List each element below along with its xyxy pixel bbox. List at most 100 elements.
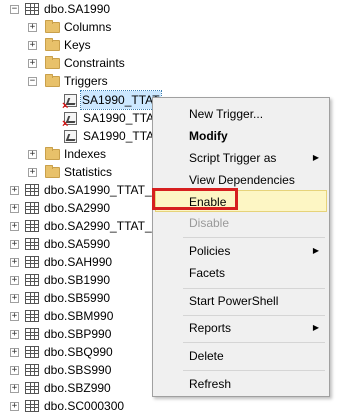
expand-toggle[interactable]: + <box>10 366 19 375</box>
table-icon <box>25 3 39 15</box>
expand-toggle[interactable]: + <box>28 23 37 32</box>
node-label: dbo.SA2990_TTAT_LO <box>44 219 152 233</box>
menu-item-refresh[interactable]: Refresh <box>155 373 327 395</box>
table-icon <box>25 346 39 358</box>
tree-node-table[interactable]: + dbo.SB5990 <box>0 289 152 307</box>
expand-toggle[interactable]: + <box>10 276 19 285</box>
tree-node-table[interactable]: + dbo.SA2990_TTAT_LO <box>0 217 152 235</box>
node-label: dbo.SAH990 <box>44 255 113 269</box>
node-label: dbo.SBQ990 <box>44 345 113 359</box>
tree-node-statistics[interactable]: + Statistics <box>0 163 160 181</box>
collapse-toggle[interactable]: − <box>10 5 19 14</box>
node-label: dbo.SBZ990 <box>44 381 111 395</box>
menu-item-label: Reports <box>189 321 232 335</box>
expand-toggle[interactable]: + <box>10 204 19 213</box>
folder-icon <box>45 147 60 160</box>
tree-node-constraints[interactable]: + Constraints <box>0 54 200 72</box>
menu-item-script-trigger-as[interactable]: Script Trigger as ▶ <box>155 147 327 169</box>
table-icon <box>25 184 39 196</box>
submenu-arrow-icon: ▶ <box>312 153 319 162</box>
disabled-trigger-icon <box>62 94 77 112</box>
folder-icon <box>45 20 60 33</box>
node-label: Keys <box>64 38 91 52</box>
expand-toggle[interactable]: + <box>10 330 19 339</box>
submenu-arrow-icon: ▶ <box>312 323 319 332</box>
expand-toggle[interactable]: + <box>28 41 37 50</box>
collapse-toggle[interactable]: − <box>28 77 37 86</box>
menu-separator <box>183 315 325 316</box>
expand-toggle[interactable]: + <box>10 222 19 231</box>
table-icon <box>25 238 39 250</box>
tree-node-table[interactable]: + dbo.SA5990 <box>0 235 152 253</box>
expand-toggle[interactable]: + <box>10 348 19 357</box>
node-label: SA1990_TTAT <box>80 90 162 110</box>
expand-toggle[interactable]: + <box>10 312 19 321</box>
menu-item-reports[interactable]: Reports ▶ <box>155 317 327 339</box>
menu-item-policies[interactable]: Policies ▶ <box>155 240 327 262</box>
expand-toggle[interactable]: + <box>10 240 19 249</box>
context-menu: New Trigger... Modify Script Trigger as … <box>152 97 330 397</box>
table-icon <box>25 220 39 232</box>
menu-item-start-powershell[interactable]: Start PowerShell <box>155 290 327 312</box>
node-label: Columns <box>64 20 112 34</box>
tree-node-trigger-1[interactable]: SA1990_TTAT <box>0 90 162 112</box>
expand-toggle[interactable]: + <box>28 168 37 177</box>
expand-toggle[interactable]: + <box>10 294 19 303</box>
table-icon <box>25 274 39 286</box>
folder-icon <box>45 74 60 87</box>
tree-node-table[interactable]: + dbo.SAH990 <box>0 253 152 271</box>
menu-item-delete[interactable]: Delete <box>155 345 327 367</box>
menu-separator <box>183 342 325 343</box>
node-label: Constraints <box>64 56 125 70</box>
tree-node-table-sa1990[interactable]: − dbo.SA1990 <box>0 0 200 18</box>
node-label: dbo.SA1990_TTAT_LO <box>44 183 152 197</box>
node-label: dbo.SA1990 <box>44 2 111 16</box>
expand-toggle[interactable]: + <box>28 59 37 68</box>
expand-toggle[interactable]: + <box>10 258 19 267</box>
annotation-highlight-box <box>152 188 238 210</box>
expand-toggle[interactable]: + <box>10 384 19 393</box>
tree-node-triggers[interactable]: − Triggers <box>0 72 200 90</box>
tree-node-table[interactable]: + dbo.SBZ990 <box>0 379 152 397</box>
tree-node-trigger-2[interactable]: SA1990_TTAT <box>0 109 161 130</box>
menu-item-label: New Trigger... <box>189 107 264 121</box>
table-icon <box>25 328 39 340</box>
menu-item-label: Delete <box>189 349 224 363</box>
table-icon <box>25 310 39 322</box>
tree-node-indexes[interactable]: + Indexes <box>0 145 160 163</box>
table-icon <box>25 292 39 304</box>
tree-node-table[interactable]: + dbo.SBM990 <box>0 307 152 325</box>
expand-toggle[interactable]: + <box>10 186 19 195</box>
tree-node-table[interactable]: + dbo.SC000300 <box>0 397 152 415</box>
menu-item-label: Facets <box>189 266 226 280</box>
tree-node-table[interactable]: + dbo.SA2990 <box>0 199 152 217</box>
node-label: SA1990_TTAT <box>83 129 161 143</box>
tree-node-table[interactable]: + dbo.SBP990 <box>0 325 152 343</box>
node-label: dbo.SBS990 <box>44 363 112 377</box>
menu-item-new-trigger[interactable]: New Trigger... <box>155 103 327 125</box>
tree-node-trigger-3[interactable]: SA1990_TTAT <box>0 127 161 145</box>
tree-node-table[interactable]: + dbo.SB1990 <box>0 271 152 289</box>
menu-item-modify[interactable]: Modify <box>155 125 327 147</box>
expand-toggle[interactable]: + <box>28 150 37 159</box>
tree-node-table[interactable]: + dbo.SA1990_TTAT_LO <box>0 181 152 199</box>
menu-separator <box>183 370 325 371</box>
menu-item-facets[interactable]: Facets <box>155 262 327 284</box>
menu-item-label: Disable <box>189 216 230 230</box>
node-label: dbo.SA5990 <box>44 237 111 251</box>
tree-node-table[interactable]: + dbo.SBS990 <box>0 361 152 379</box>
node-label: Triggers <box>64 74 108 88</box>
tree-node-columns[interactable]: + Columns <box>0 18 200 36</box>
expand-toggle[interactable]: + <box>10 402 19 411</box>
node-label: dbo.SA2990 <box>44 201 111 215</box>
folder-icon <box>45 56 60 69</box>
tree-node-table[interactable]: + dbo.SBQ990 <box>0 343 152 361</box>
node-label: Indexes <box>64 147 107 161</box>
menu-item-label: Start PowerShell <box>189 294 279 308</box>
table-icon <box>25 400 39 412</box>
table-icon <box>25 202 39 214</box>
table-icon <box>25 364 39 376</box>
menu-item-disable: Disable <box>155 212 327 234</box>
folder-icon <box>45 38 60 51</box>
tree-node-keys[interactable]: + Keys <box>0 36 200 54</box>
